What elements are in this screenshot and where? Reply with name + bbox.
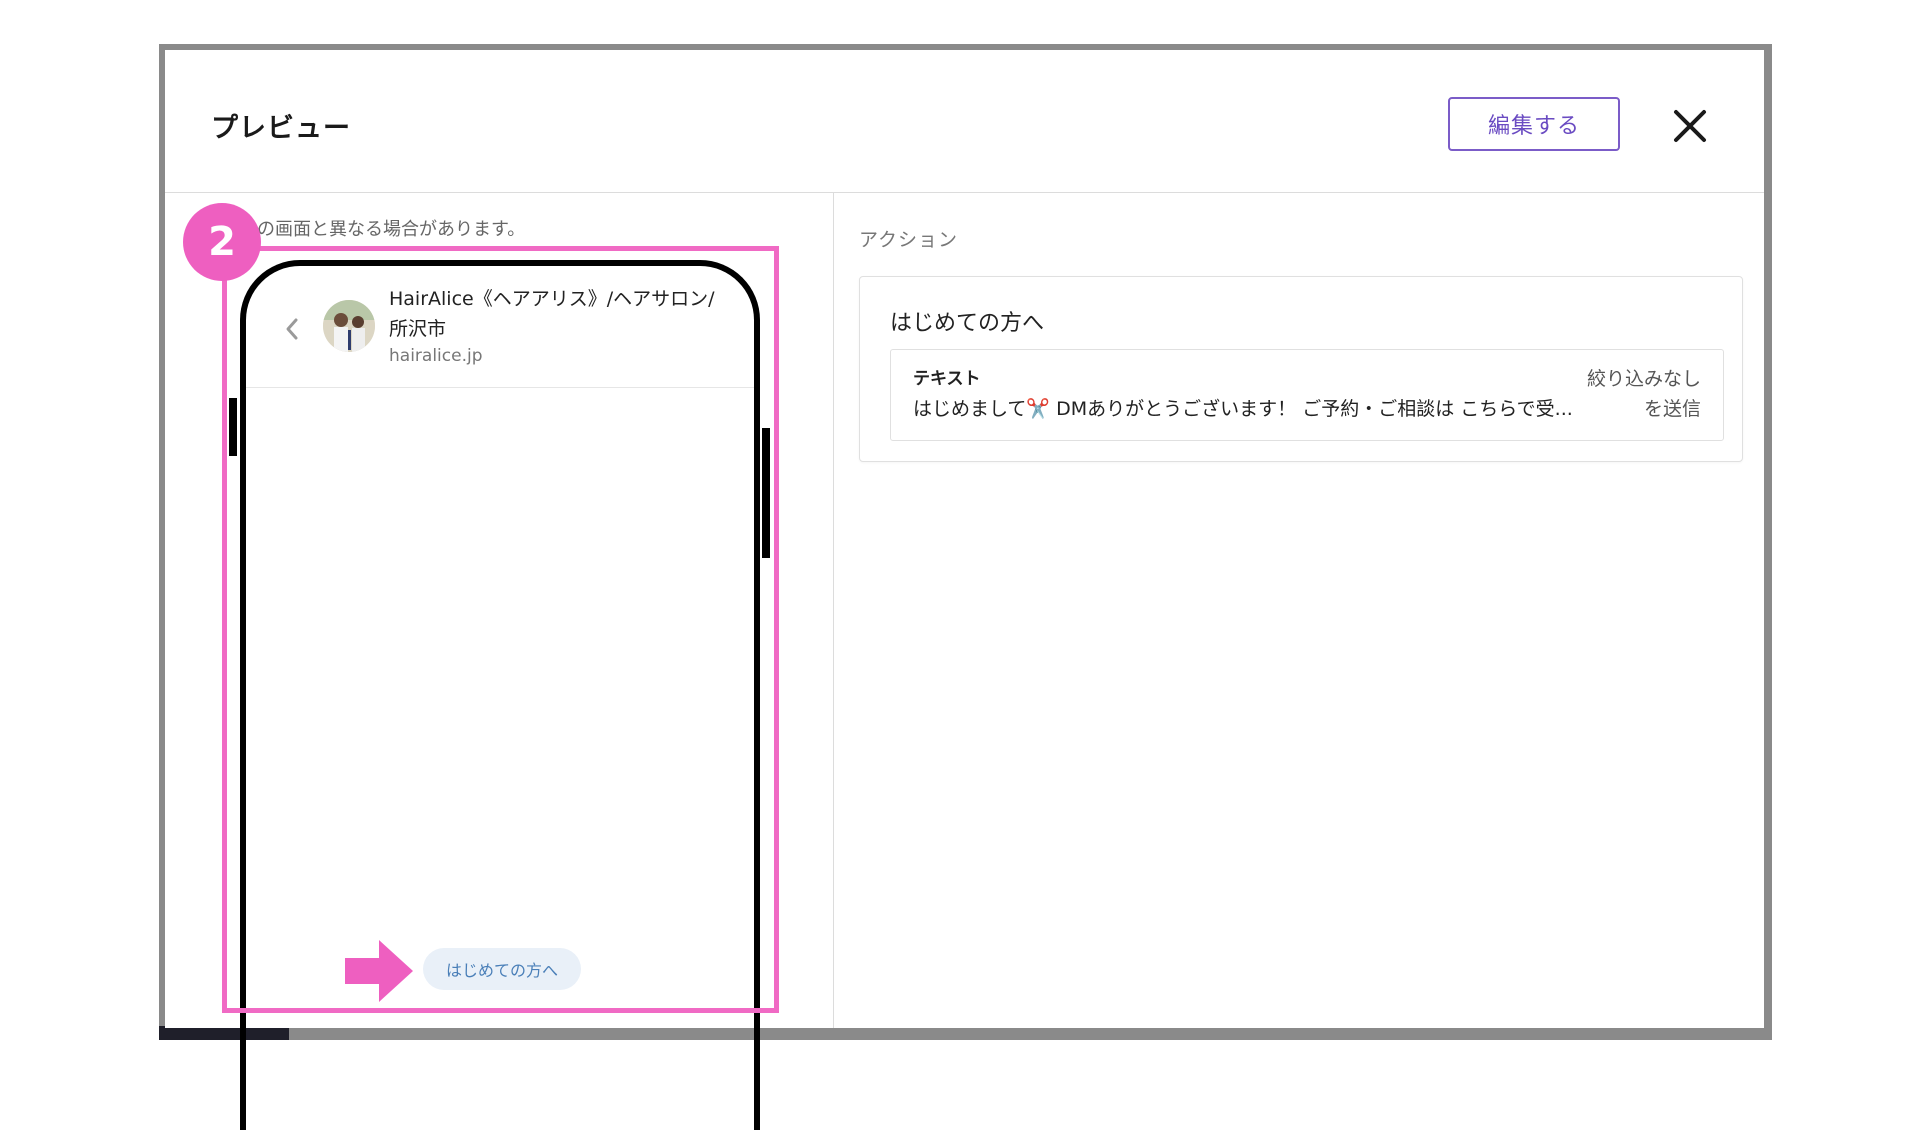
- actions-label: アクション: [859, 229, 959, 251]
- header-divider: [165, 192, 1764, 193]
- action-item-message: はじめまして✂️ DMありがとうございます！ ご予約・ご相談は こちらで受...: [913, 398, 1573, 420]
- modal-title: プレビュー: [211, 113, 351, 144]
- action-item-filter: 絞り込みなし: [1586, 368, 1701, 390]
- step-badge: 2: [183, 203, 261, 281]
- action-item-type: テキスト: [913, 369, 981, 389]
- edit-button[interactable]: 編集する: [1448, 97, 1620, 151]
- arrow-right-icon: [345, 940, 415, 1002]
- close-button[interactable]: [1670, 106, 1710, 146]
- preview-note: の画面と異なる場合があります。: [257, 219, 526, 240]
- preview-modal: プレビュー 編集する の画面と異なる場合があります。 HairAlice《ヘアア…: [165, 50, 1764, 1130]
- close-icon: [1674, 110, 1706, 142]
- panel-divider: [833, 193, 834, 1028]
- action-item-send-label: を送信: [1643, 398, 1701, 420]
- action-item: テキスト 絞り込みなし はじめまして✂️ DMありがとうございます！ ご予約・ご…: [890, 349, 1724, 441]
- highlight-box: [222, 246, 779, 1013]
- action-card: はじめての方へ テキスト 絞り込みなし はじめまして✂️ DMありがとうございま…: [859, 276, 1743, 462]
- action-card-title: はじめての方へ: [890, 311, 1045, 336]
